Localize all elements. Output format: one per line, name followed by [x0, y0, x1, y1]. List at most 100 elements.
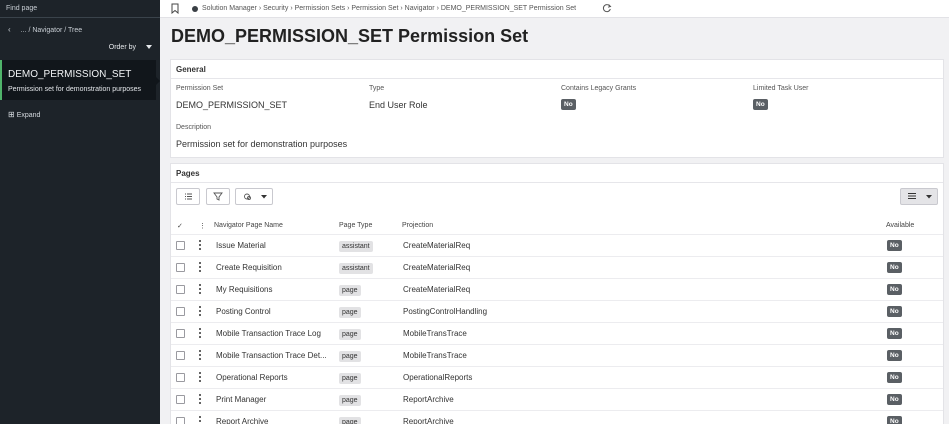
row-checkbox[interactable]	[176, 307, 185, 316]
pages-card: Pages ✓ ⋮ Navigator Page Name Page Type …	[170, 163, 944, 424]
general-header: General	[171, 60, 943, 79]
breadcrumb[interactable]: Solution Manager › Security › Permission…	[202, 5, 576, 12]
expand-button[interactable]: ⊞ Expand	[8, 110, 40, 119]
table-row[interactable]: Operational Reports page OperationalReport…	[171, 366, 943, 388]
cell-page-name: Operational Reports	[216, 373, 288, 382]
cell-page-type-badge: page	[339, 373, 361, 384]
row-checkbox[interactable]	[176, 373, 185, 382]
permission-set-value: DEMO_PERMISSION_SET	[176, 100, 288, 110]
row-checkbox[interactable]	[176, 417, 185, 424]
group-by-dropdown[interactable]	[235, 188, 273, 205]
row-checkbox[interactable]	[176, 241, 185, 250]
header-navigator-page-name[interactable]: Navigator Page Name	[214, 222, 283, 229]
row-menu-icon[interactable]	[199, 240, 201, 251]
type-value: End User Role	[369, 100, 428, 110]
header-available[interactable]: Available	[886, 222, 914, 229]
table-row[interactable]: Posting Control page PostingControlHandlin…	[171, 300, 943, 322]
cell-available-badge: No	[887, 328, 902, 339]
general-card: General Permission Set DEMO_PERMISSION_S…	[170, 59, 944, 158]
cell-available-badge: No	[887, 416, 902, 424]
row-menu-icon[interactable]	[199, 306, 201, 317]
description-label: Description	[176, 124, 212, 131]
cell-page-name: Posting Control	[216, 307, 271, 316]
chevron-down-icon	[146, 45, 152, 50]
cell-available-badge: No	[887, 372, 902, 383]
limited-task-user-label: Limited Task User	[753, 85, 809, 92]
row-menu-icon[interactable]	[199, 372, 201, 383]
cell-page-name: Issue Material	[216, 241, 266, 250]
cell-projection: MobileTransTrace	[403, 351, 467, 360]
cell-available-badge: No	[887, 306, 902, 317]
row-menu-icon[interactable]	[199, 394, 201, 405]
home-icon[interactable]	[192, 6, 198, 12]
select-all-header[interactable]: ✓	[177, 222, 183, 230]
refresh-icon[interactable]	[602, 3, 612, 13]
row-menu-icon[interactable]	[199, 328, 201, 339]
selection-pointer	[154, 75, 160, 87]
cell-projection: CreateMaterialReq	[403, 263, 471, 272]
permission-set-label: Permission Set	[176, 85, 224, 92]
header-page-type[interactable]: Page Type	[339, 222, 372, 229]
find-page-input[interactable]: Find page	[6, 5, 37, 12]
order-by-dropdown[interactable]: Order by	[109, 44, 152, 51]
cell-page-type-badge: page	[339, 351, 361, 362]
table-view-icon	[908, 193, 932, 199]
description-value: Permission set for demonstration purpose…	[176, 139, 348, 149]
table-row[interactable]: Mobile Transaction Trace Det... page Mobil…	[171, 344, 943, 366]
bookmark-icon[interactable]	[171, 3, 179, 14]
navigator-sidebar: Find page ‹ ... / Navigator / Tree Order …	[0, 0, 160, 424]
general-heading: General	[176, 65, 206, 74]
cell-projection: ReportArchive	[403, 395, 454, 404]
row-menu-icon[interactable]	[199, 284, 201, 295]
table-row[interactable]: My Requisitions page CreateMaterialReq No	[171, 278, 943, 300]
cell-projection: CreateMaterialReq	[403, 285, 471, 294]
row-checkbox[interactable]	[176, 351, 185, 360]
top-bar: Solution Manager › Security › Permission…	[160, 0, 949, 18]
column-menu-icon[interactable]: ⋮	[199, 222, 206, 230]
sidebar-breadcrumb[interactable]: ‹ ... / Navigator / Tree	[8, 25, 82, 34]
pages-header: Pages	[171, 164, 943, 183]
back-chevron-icon[interactable]: ‹	[8, 25, 11, 34]
table-row[interactable]: Create Requisition assistant CreateMateria…	[171, 256, 943, 278]
cell-page-type-badge: page	[339, 329, 361, 340]
find-page-underline	[0, 17, 160, 18]
cell-projection: CreateMaterialReq	[403, 241, 471, 250]
cell-projection: ReportArchive	[403, 417, 454, 424]
tree-item-selected[interactable]: DEMO_PERMISSION_SET Permission set for d…	[0, 60, 160, 100]
table-row[interactable]: Print Manager page ReportArchive No	[171, 388, 943, 410]
cell-available-badge: No	[887, 350, 902, 361]
cell-page-name: Print Manager	[216, 395, 267, 404]
table-row[interactable]: Mobile Transaction Trace Log page MobileTr…	[171, 322, 943, 344]
row-checkbox[interactable]	[176, 395, 185, 404]
row-checkbox[interactable]	[176, 285, 185, 294]
cell-projection: OperationalReports	[403, 373, 473, 382]
limited-task-user-badge: No	[753, 99, 768, 110]
cell-available-badge: No	[887, 284, 902, 295]
list-view-button[interactable]	[176, 188, 200, 205]
list-icon	[185, 193, 192, 200]
cell-available-badge: No	[887, 240, 902, 251]
cell-page-type-badge: page	[339, 285, 361, 296]
group-by-icon	[244, 193, 267, 200]
cell-page-type-badge: assistant	[339, 241, 373, 252]
filter-button[interactable]	[206, 188, 230, 205]
header-projection[interactable]: Projection	[402, 222, 433, 229]
cell-page-type-badge: page	[339, 417, 361, 424]
cell-projection: MobileTransTrace	[403, 329, 467, 338]
row-menu-icon[interactable]	[199, 350, 201, 361]
table-row[interactable]: Issue Material assistant CreateMaterialReq…	[171, 234, 943, 256]
cell-page-name: Mobile Transaction Trace Log	[216, 329, 321, 338]
row-checkbox[interactable]	[176, 263, 185, 272]
cell-page-name: Report Archive	[216, 417, 269, 424]
tree-item-description: Permission set for demonstration purpose…	[8, 86, 142, 93]
row-menu-icon[interactable]	[199, 262, 201, 273]
row-checkbox[interactable]	[176, 329, 185, 338]
type-label: Type	[369, 85, 385, 92]
table-view-dropdown[interactable]	[900, 188, 938, 205]
cell-page-type-badge: page	[339, 395, 361, 406]
row-menu-icon[interactable]	[199, 416, 201, 424]
expand-label: Expand	[16, 112, 41, 119]
cell-projection: PostingControlHandling	[403, 307, 488, 316]
legacy-grants-label: Contains Legacy Grants	[561, 85, 637, 92]
table-row[interactable]: Report Archive page ReportArchive No	[171, 410, 943, 424]
